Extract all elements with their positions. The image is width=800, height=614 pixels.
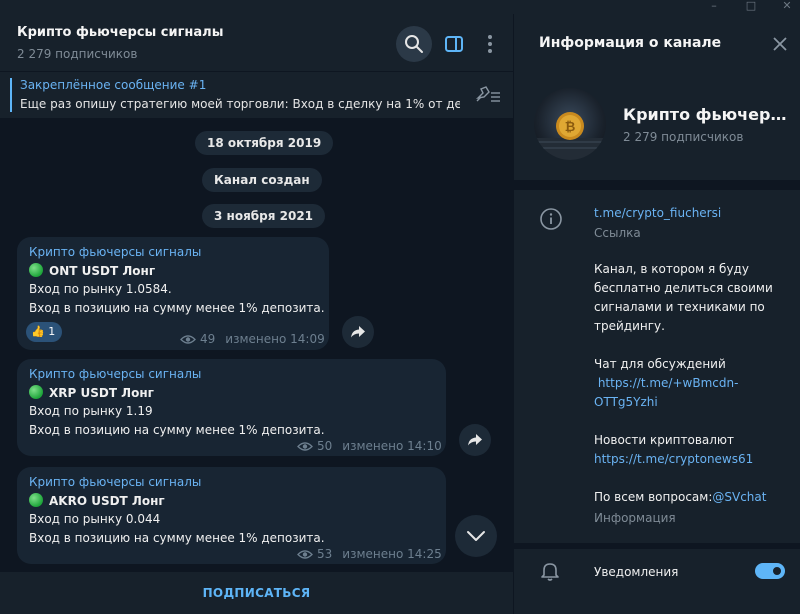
message-author[interactable]: Крипто фьючерсы сигналы — [29, 475, 201, 489]
channel-info-panel: Информация о канале ₿ Крипто фьючерсы...… — [513, 14, 800, 614]
toggle-knob — [771, 565, 783, 577]
eye-icon — [297, 441, 313, 451]
pinned-accent-bar — [10, 78, 12, 112]
chevron-down-icon — [467, 531, 485, 541]
channel-link-caption: Ссылка — [594, 226, 641, 240]
message-meta: 53 изменено 14:25 — [297, 547, 442, 561]
questions-label: По всем вопросам: — [594, 490, 713, 504]
channel-name: Крипто фьючерсы... — [623, 105, 793, 124]
questions-line: По всем вопросам:@SVchat — [594, 488, 766, 507]
section-divider — [514, 543, 800, 549]
info-caption: Информация — [594, 511, 676, 525]
chat-title[interactable]: Крипто фьючерсы сигналы — [17, 25, 223, 40]
news-link[interactable]: https://t.me/cryptonews61 — [594, 450, 753, 469]
bitcoin-coin-icon: ₿ — [534, 112, 606, 160]
channel-link[interactable]: t.me/crypto_fiuchersi — [594, 206, 721, 220]
message-position: Вход в позицию на сумму менее 1% депозит… — [29, 301, 325, 315]
more-vertical-icon — [488, 35, 492, 53]
pinned-message-title: Закреплённое сообщение #1 — [20, 78, 207, 92]
news-label: Новости криптовалют — [594, 433, 735, 447]
more-options-button[interactable] — [472, 26, 508, 62]
service-channel-created: Канал создан — [202, 168, 322, 192]
minimize-icon[interactable]: – — [703, 0, 725, 14]
green-circle-icon — [29, 385, 43, 399]
share-arrow-icon — [351, 326, 365, 338]
message-position: Вход в позицию на сумму менее 1% депозит… — [29, 531, 325, 545]
message-meta: 50 изменено 14:10 — [297, 439, 442, 453]
subscribe-button[interactable]: ПОДПИСАТЬСЯ — [0, 572, 513, 614]
chat-header: Крипто фьючерсы сигналы 2 279 подписчико… — [0, 14, 513, 71]
message-time: изменено 14:09 — [225, 332, 325, 346]
sidebar-panel-icon — [445, 36, 463, 52]
service-date-pill: 3 ноября 2021 — [202, 204, 326, 228]
pinned-message-bar[interactable]: Закреплённое сообщение #1 Еще раз опишу … — [0, 72, 513, 118]
message-headline: AKRO USDT Лонг — [29, 493, 165, 508]
svg-text:₿: ₿ — [565, 120, 576, 135]
message-bubble[interactable]: Крипто фьючерсы сигналы XRP USDT Лонг Вх… — [17, 359, 446, 456]
message-meta: 49 изменено 14:09 — [180, 332, 325, 346]
message-headline: XRP USDT Лонг — [29, 385, 154, 400]
green-circle-icon — [29, 493, 43, 507]
info-panel-title: Информация о канале — [539, 35, 722, 51]
message-position: Вход в позицию на сумму менее 1% депозит… — [29, 423, 325, 437]
message-time: изменено 14:10 — [342, 439, 442, 453]
message-entry: Вход по рынку 0.044 — [29, 512, 161, 526]
close-icon[interactable] — [770, 34, 790, 54]
bell-icon — [541, 563, 559, 581]
discussion-chat-link-cont[interactable]: OTTg5Yzhi — [594, 393, 738, 412]
share-arrow-icon — [468, 434, 482, 446]
pinned-message-text: Еще раз опишу стратегию моей торговли: В… — [20, 97, 460, 111]
message-entry: Вход по рынку 1.0584. — [29, 282, 172, 296]
unpin-list-icon[interactable] — [474, 84, 502, 106]
message-entry: Вход по рынку 1.19 — [29, 404, 153, 418]
window-titlebar: – □ ✕ — [0, 0, 800, 14]
forward-button[interactable] — [342, 316, 374, 348]
view-count: 50 — [317, 439, 333, 453]
green-circle-icon — [29, 263, 43, 277]
message-time: изменено 14:25 — [342, 547, 442, 561]
eye-icon — [180, 334, 196, 344]
notifications-label: Уведомления — [594, 565, 679, 579]
message-headline: ONT USDT Лонг — [29, 263, 155, 278]
search-button[interactable] — [396, 26, 432, 62]
message-bubble[interactable]: Крипто фьючерсы сигналы ONT USDT Лонг Вх… — [17, 237, 329, 350]
view-count: 53 — [317, 547, 333, 561]
message-author[interactable]: Крипто фьючерсы сигналы — [29, 245, 201, 259]
window-close-icon[interactable]: ✕ — [776, 0, 798, 14]
discussion-chat-block: Чат для обсуждений https://t.me/+wBmcdn-… — [594, 355, 738, 412]
maximize-icon[interactable]: □ — [740, 0, 762, 14]
scroll-to-bottom-button[interactable] — [455, 515, 497, 557]
chat-subscriber-count: 2 279 подписчиков — [17, 47, 138, 61]
eye-icon — [297, 549, 313, 559]
search-icon — [405, 35, 423, 53]
section-divider — [514, 180, 800, 190]
discussion-chat-link[interactable]: https://t.me/+wBmcdn- — [594, 374, 739, 393]
forward-button[interactable] — [459, 424, 491, 456]
channel-subscriber-count: 2 279 подписчиков — [623, 130, 744, 144]
toggle-info-panel-button[interactable] — [436, 26, 472, 62]
notifications-toggle[interactable] — [755, 563, 785, 579]
channel-description: Канал, в котором я буду бесплатно делить… — [594, 262, 773, 333]
reaction-badge[interactable]: 👍 1 — [26, 322, 63, 342]
info-icon — [540, 208, 562, 230]
service-date-pill: 18 октября 2019 — [195, 131, 334, 155]
thumbs-up-icon: 👍 — [31, 325, 45, 338]
discussion-chat-label: Чат для обсуждений — [594, 357, 726, 371]
news-block: Новости криптовалют https://t.me/crypton… — [594, 431, 753, 469]
channel-avatar[interactable]: ₿ — [534, 88, 606, 160]
chat-area: Крипто фьючерсы сигналы 2 279 подписчико… — [0, 14, 513, 614]
message-author[interactable]: Крипто фьючерсы сигналы — [29, 367, 201, 381]
message-bubble[interactable]: Крипто фьючерсы сигналы AKRO USDT Лонг В… — [17, 467, 446, 564]
view-count: 49 — [200, 332, 216, 346]
reaction-count: 1 — [48, 325, 56, 338]
questions-handle[interactable]: @SVchat — [712, 490, 766, 504]
